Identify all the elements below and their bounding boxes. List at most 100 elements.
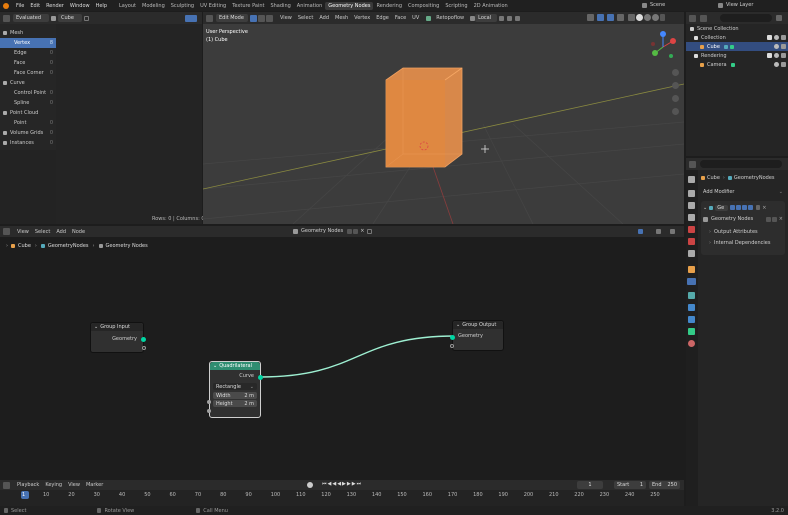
tab-shading[interactable]: Shading — [267, 2, 293, 10]
viewport-menu-add[interactable]: Add — [319, 15, 329, 21]
outliner-cube[interactable]: Cube — [686, 42, 788, 51]
viewport-menu-mesh[interactable]: Mesh — [335, 15, 348, 21]
editmode-icon[interactable] — [730, 205, 736, 210]
node-header[interactable]: ⌄ Group Input — [91, 323, 143, 331]
tree-item-point[interactable]: Point 0 — [0, 118, 56, 128]
3d-viewport[interactable]: User Perspective (1) Cube — [203, 24, 684, 224]
start-frame-field[interactable]: Start 1 — [614, 481, 646, 489]
gizmo-icon[interactable] — [597, 14, 604, 21]
width-field[interactable]: Width 2 m — [213, 392, 257, 399]
tab-animation[interactable]: Animation — [294, 2, 326, 10]
properties-search-input[interactable] — [700, 160, 782, 168]
visibility-icon[interactable] — [587, 14, 594, 21]
material-shading-icon[interactable] — [644, 14, 651, 21]
tab-geometry-nodes[interactable]: Geometry Nodes — [325, 1, 374, 10]
end-frame-field[interactable]: End 250 — [649, 481, 680, 489]
physics-tab-icon[interactable] — [688, 304, 695, 311]
menu-help[interactable]: Help — [96, 3, 107, 9]
spreadsheet-icon[interactable] — [3, 14, 10, 22]
camera-render-icon[interactable] — [781, 35, 786, 40]
input-socket-width[interactable] — [207, 400, 211, 404]
mode-dropdown[interactable]: Edit Mode — [216, 14, 248, 22]
snap-icon[interactable] — [656, 229, 661, 234]
retopoflow-menu[interactable]: Retopoflow — [436, 15, 464, 21]
mode-dropdown[interactable]: Rectangle ⌄ — [213, 383, 257, 390]
node-header[interactable]: ⌄ Quadrilateral — [210, 362, 260, 370]
camera-render-icon[interactable] — [781, 62, 786, 67]
timeline-menu-marker[interactable]: Marker — [86, 482, 103, 488]
unlink-icon[interactable]: × — [779, 216, 783, 222]
shading-options-icon[interactable] — [660, 14, 665, 21]
tab-scripting[interactable]: Scripting — [442, 2, 470, 10]
pin-icon[interactable] — [84, 15, 89, 21]
input-socket-geometry[interactable] — [450, 335, 455, 340]
edge-select-icon[interactable] — [258, 14, 265, 22]
tree-item-mesh[interactable]: Mesh — [0, 28, 56, 38]
tab-texture-paint[interactable]: Texture Paint — [229, 2, 267, 10]
scene-selector[interactable]: Scene — [642, 2, 665, 8]
node-tree-selector[interactable]: Geometry Nodes × — [293, 228, 373, 234]
node-menu-node[interactable]: Node — [72, 229, 85, 235]
unlink-icon[interactable]: × — [360, 228, 364, 234]
node-editor-icon[interactable] — [3, 228, 10, 235]
node-menu-add[interactable]: Add — [56, 229, 66, 235]
fake-user-icon[interactable] — [347, 228, 353, 234]
world-tab-icon[interactable] — [688, 238, 695, 245]
tab-uv-editing[interactable]: UV Editing — [197, 2, 229, 10]
tab-2d-animation[interactable]: 2D Animation — [471, 2, 511, 10]
tab-compositing[interactable]: Compositing — [405, 2, 442, 10]
tree-item-curve[interactable]: Curve — [0, 78, 56, 88]
viewport-menu-face[interactable]: Face — [395, 15, 406, 21]
orientation-dropdown[interactable]: Local — [475, 14, 498, 22]
overlay-icon[interactable] — [607, 14, 614, 21]
render-icon[interactable] — [748, 205, 754, 210]
wireframe-shading-icon[interactable] — [628, 14, 635, 21]
pan-hand-icon[interactable] — [672, 82, 679, 89]
view-layer-selector[interactable]: View Layer — [718, 2, 753, 8]
outliner-camera[interactable]: Camera — [686, 60, 788, 69]
tree-item-edge[interactable]: Edge 0 — [0, 48, 56, 58]
pivot-icon[interactable] — [499, 15, 505, 21]
properties-icon[interactable] — [689, 160, 696, 168]
spreadsheet-table[interactable] — [56, 24, 202, 224]
cube-mesh[interactable] — [385, 67, 463, 168]
filter-icon[interactable] — [185, 14, 197, 22]
tree-item-vertex[interactable]: Vertex 8 — [0, 38, 56, 48]
tree-item-instances[interactable]: Instances 0 — [0, 138, 56, 148]
timeline-menu-keying[interactable]: Keying — [45, 482, 62, 488]
timeline-menu-playback[interactable]: Playback — [17, 482, 39, 488]
input-socket-height[interactable] — [207, 409, 211, 413]
tree-item-control-point[interactable]: Control Point 0 — [0, 88, 56, 98]
navigation-gizmo[interactable] — [646, 29, 680, 69]
outliner-filter-icon[interactable] — [776, 15, 782, 21]
perspective-toggle-icon[interactable] — [672, 108, 679, 115]
link-quad-to-output[interactable] — [259, 335, 456, 378]
snap-icon[interactable] — [507, 15, 513, 21]
rendered-shading-icon[interactable] — [652, 14, 659, 21]
tab-modeling[interactable]: Modeling — [139, 2, 168, 10]
height-field[interactable]: Height 2 m — [213, 400, 257, 407]
menu-render[interactable]: Render — [46, 3, 64, 9]
tab-sculpting[interactable]: Sculpting — [168, 2, 197, 10]
input-socket-empty[interactable] — [450, 344, 454, 348]
collection-tab-icon[interactable] — [688, 250, 695, 257]
tree-item-face[interactable]: Face 0 — [0, 58, 56, 68]
node-group-selector[interactable]: Geometry Nodes × — [703, 214, 783, 224]
menu-edit[interactable]: Edit — [30, 3, 40, 9]
display-mode-icon[interactable] — [700, 14, 707, 22]
viewport-menu-select[interactable]: Select — [298, 15, 313, 21]
output-socket-empty[interactable] — [142, 346, 146, 350]
collapse-icon[interactable]: ⌄ — [703, 205, 707, 211]
modifier-name-field[interactable]: Ge — [715, 204, 729, 211]
tree-item-spline[interactable]: Spline 0 — [0, 98, 56, 108]
pin-icon[interactable] — [367, 228, 373, 234]
evaluation-mode-dropdown[interactable]: Evaluated — [13, 14, 49, 22]
xray-icon[interactable] — [617, 14, 624, 21]
section-internal-dependencies[interactable]: › Internal Dependencies — [703, 237, 783, 248]
record-icon[interactable] — [307, 482, 313, 488]
camera-render-icon[interactable] — [781, 44, 786, 49]
node-menu-view[interactable]: View — [17, 229, 29, 235]
viewport-icon[interactable] — [206, 14, 213, 22]
constraints-tab-icon[interactable] — [688, 316, 695, 323]
data-tab-icon[interactable] — [688, 328, 695, 335]
